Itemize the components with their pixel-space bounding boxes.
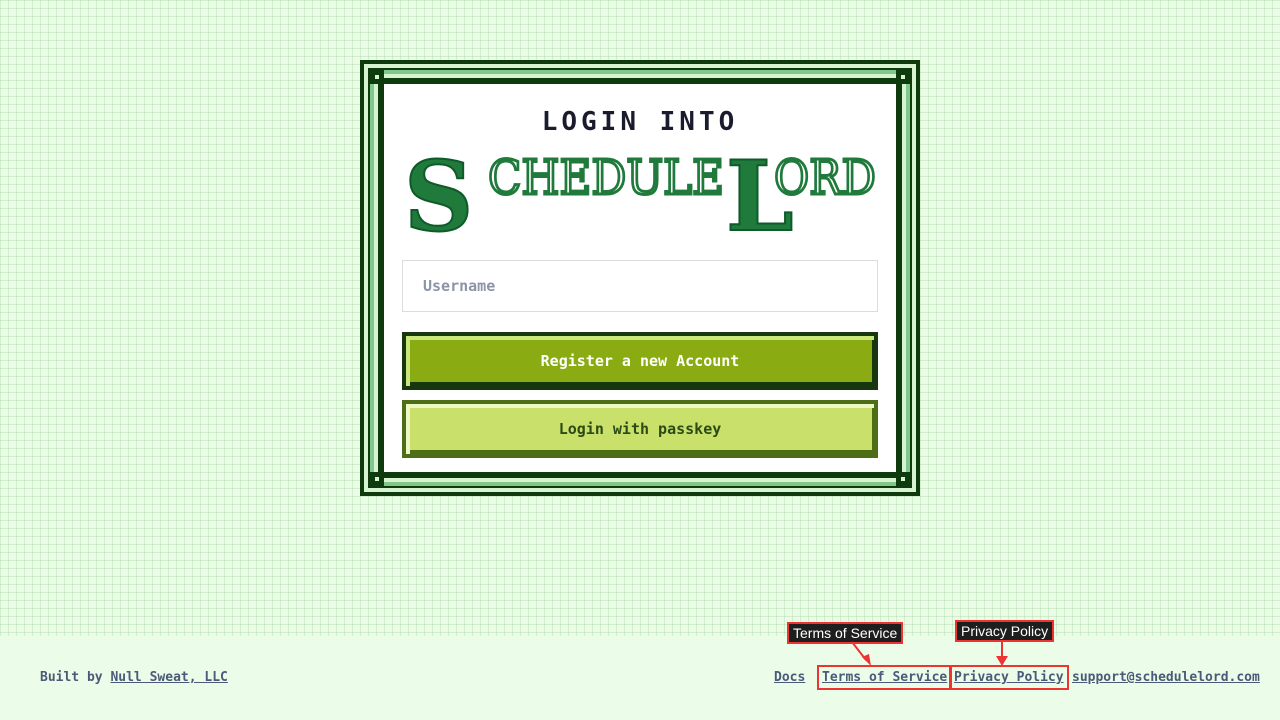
logo-chedule: CHEDULE xyxy=(488,150,724,206)
docs-link[interactable]: Docs xyxy=(774,670,805,685)
passkey-login-button[interactable]: Login with passkey xyxy=(402,400,878,458)
terms-link[interactable]: Terms of Service xyxy=(816,665,953,690)
frame-corner xyxy=(896,472,910,486)
built-by: Built by Null Sweat, LLC xyxy=(40,670,228,685)
frame-corner xyxy=(370,70,384,84)
built-by-prefix: Built by xyxy=(40,670,103,685)
footer: Built by Null Sweat, LLC Docs Terms of S… xyxy=(0,636,1280,720)
login-heading: LOGIN INTO xyxy=(541,107,739,137)
support-email-link[interactable]: support@schedulelord.com xyxy=(1072,670,1260,685)
privacy-link[interactable]: Privacy Policy xyxy=(949,665,1069,690)
register-button[interactable]: Register a new Account xyxy=(402,332,878,390)
username-input[interactable] xyxy=(402,260,878,312)
frame-corner xyxy=(370,472,384,486)
company-link[interactable]: Null Sweat, LLC xyxy=(110,670,227,685)
terms-callout: Terms of Service xyxy=(787,622,904,644)
logo-ord: ORD xyxy=(774,150,876,206)
logo-big-s: S xyxy=(404,144,473,240)
frame-corner xyxy=(896,70,910,84)
schedulelord-logo: S CHEDULE L ORD xyxy=(403,144,878,240)
privacy-callout: Privacy Policy xyxy=(955,620,1055,642)
login-form: LOGIN INTO S CHEDULE L ORD Register a ne… xyxy=(402,104,878,458)
login-card: LOGIN INTO S CHEDULE L ORD Register a ne… xyxy=(360,60,920,496)
